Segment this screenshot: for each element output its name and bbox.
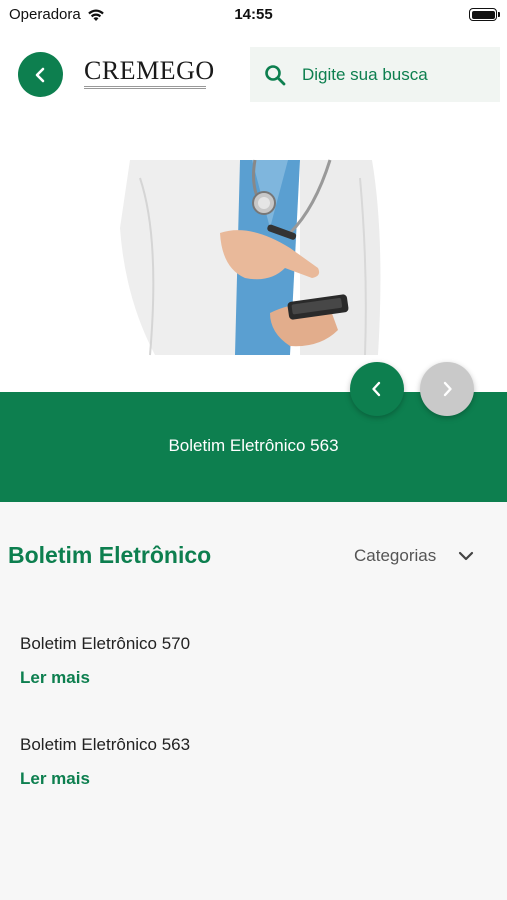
- search-placeholder: Digite sua busca: [302, 64, 428, 84]
- search-input[interactable]: Digite sua busca: [250, 47, 500, 102]
- logo-text: CREMEGO: [84, 56, 215, 85]
- section-title: Boletim Eletrônico: [8, 542, 212, 568]
- carousel-prev-button[interactable]: [350, 362, 404, 416]
- list-item: Boletim Eletrônico 563 Ler mais: [20, 735, 190, 789]
- read-more-link[interactable]: Ler mais: [20, 769, 190, 789]
- categories-dropdown[interactable]: Categorias: [354, 546, 474, 566]
- article-title[interactable]: Boletim Eletrônico 563: [20, 735, 190, 755]
- banner-image[interactable]: [0, 118, 507, 392]
- list-item: Boletim Eletrônico 570 Ler mais: [20, 634, 190, 688]
- read-more-link[interactable]: Ler mais: [20, 668, 190, 688]
- status-bar: Operadora 14:55: [0, 0, 507, 30]
- back-button[interactable]: [18, 52, 63, 97]
- search-icon: [265, 64, 286, 85]
- categories-label: Categorias: [354, 546, 437, 565]
- chevron-left-icon: [35, 67, 44, 82]
- article-title[interactable]: Boletim Eletrônico 570: [20, 634, 190, 654]
- chevron-left-icon: [372, 381, 381, 397]
- logo-tagline: [84, 86, 206, 89]
- chevron-right-icon: [443, 381, 452, 397]
- status-time: 14:55: [234, 6, 273, 23]
- banner-title[interactable]: Boletim Eletrônico 563: [0, 436, 507, 456]
- logo[interactable]: CREMEGO: [84, 58, 214, 89]
- app-header: CREMEGO Digite sua busca: [0, 30, 507, 118]
- battery-icon: [469, 8, 500, 21]
- doctor-with-phone-image: [0, 118, 507, 392]
- carousel-next-button[interactable]: [420, 362, 474, 416]
- content-section: Boletim Eletrônico Categorias Boletim El…: [0, 502, 507, 900]
- chevron-down-icon: [459, 551, 474, 561]
